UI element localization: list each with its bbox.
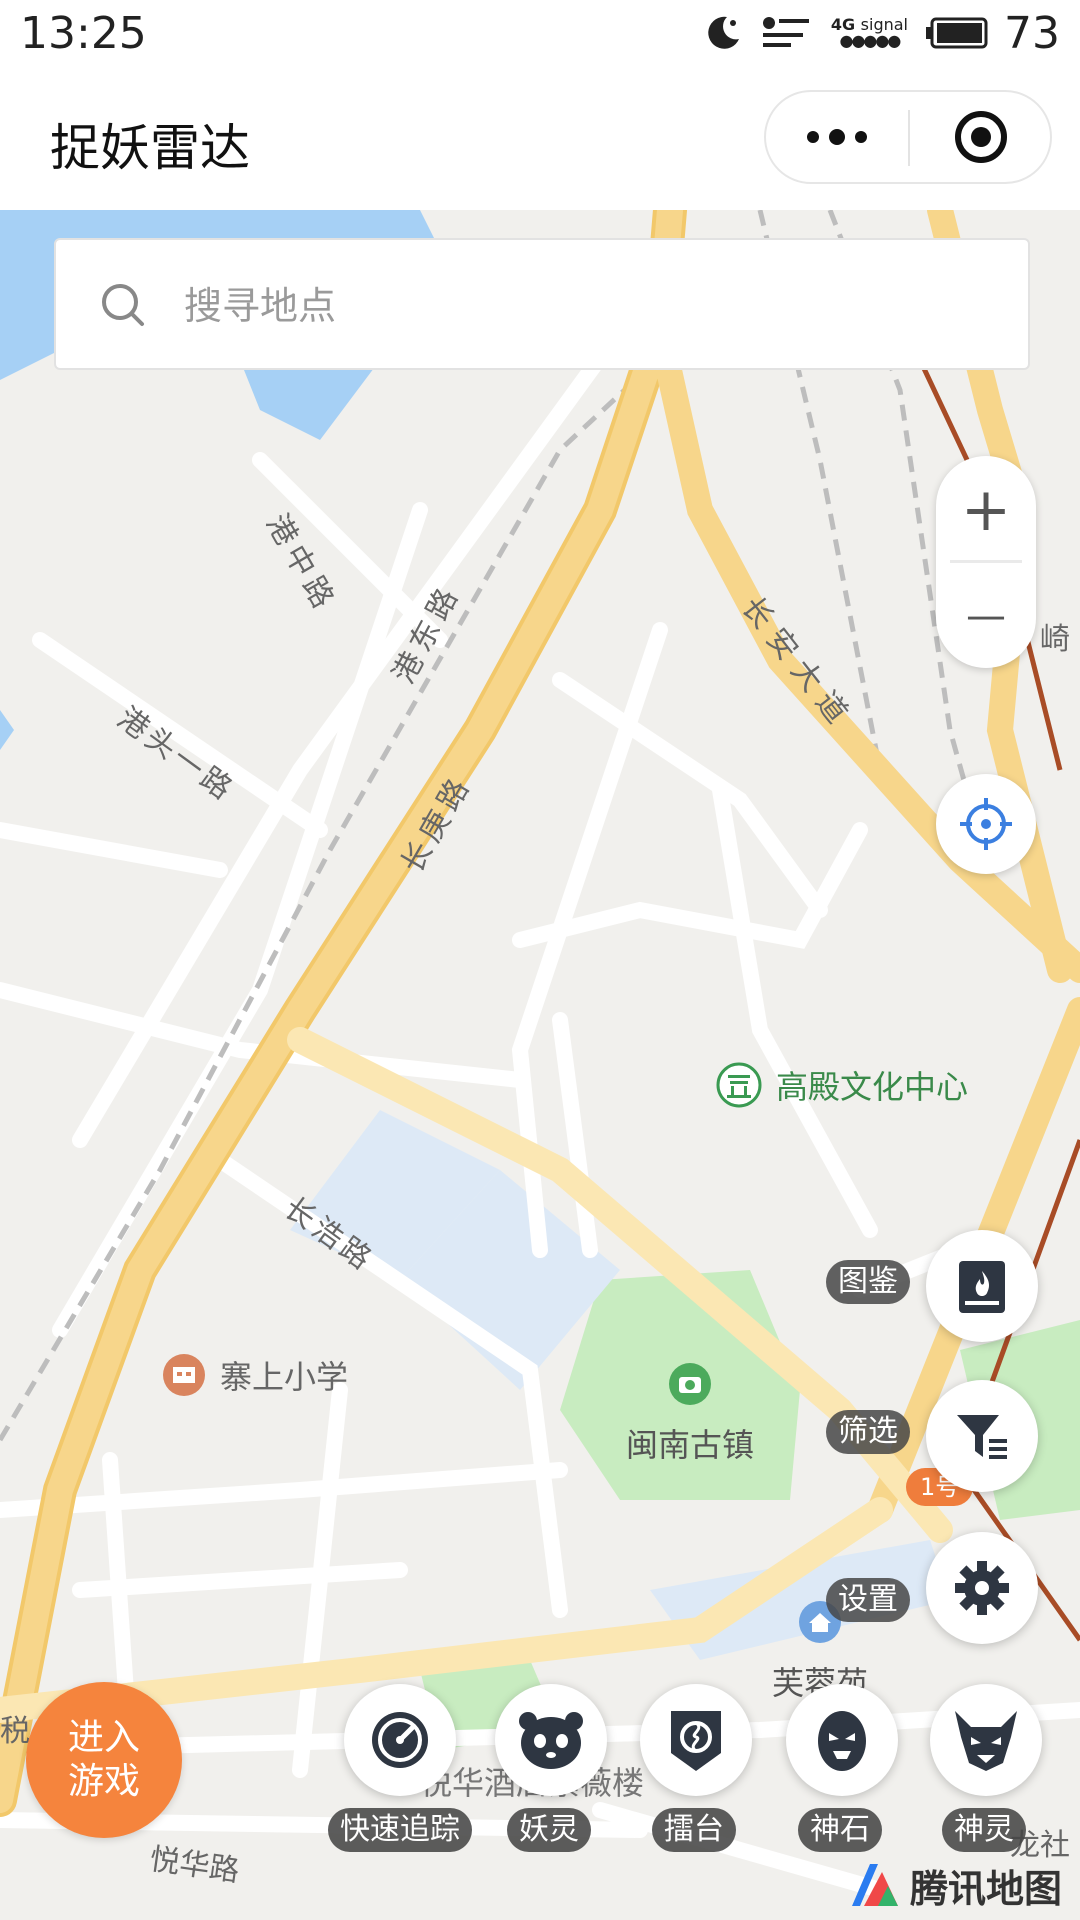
panda-icon <box>519 1712 583 1769</box>
notification-icon <box>762 17 809 47</box>
zoom-divider <box>950 560 1022 563</box>
search-bar[interactable] <box>54 238 1030 370</box>
enter-game-button[interactable]: 进入 游戏 <box>26 1682 182 1838</box>
target-close-icon <box>955 111 1007 163</box>
spirits-button[interactable] <box>495 1684 607 1796</box>
spirits-label: 妖灵 <box>507 1808 591 1852</box>
more-dots-icon <box>807 129 867 145</box>
poi-label: 闽南古镇 <box>625 1426 754 1464</box>
culture-icon <box>716 1062 762 1108</box>
filter-button[interactable] <box>926 1380 1038 1492</box>
camera-icon <box>669 1363 711 1405</box>
poi-label: 寨上小学 <box>220 1358 349 1396</box>
god-stone-label: 神石 <box>798 1808 882 1852</box>
side-label-settings: 设置 <box>826 1578 910 1622</box>
zoom-out-button[interactable]: — <box>936 566 1036 666</box>
quick-track-label: 快速追踪 <box>328 1808 472 1852</box>
filter-icon <box>957 1415 1007 1459</box>
speedometer-icon <box>372 1712 428 1768</box>
status-bar: 13:25 4G signal ●●●●● 73 <box>0 0 1080 68</box>
battery-icon <box>926 17 988 49</box>
arena-button[interactable] <box>640 1684 752 1796</box>
map-view[interactable]: 港中路 港东路 港头一路 长庚路 长安大道 长浩路 悦华路 崎 税 龙社 高殿文… <box>0 210 1080 1920</box>
enter-game-line1: 进入 <box>67 1717 140 1758</box>
close-button[interactable] <box>910 92 1052 182</box>
status-time: 13:25 <box>20 8 147 59</box>
school-icon <box>163 1354 205 1396</box>
quick-track-button[interactable] <box>344 1684 456 1796</box>
search-icon <box>102 284 144 326</box>
settings-button[interactable] <box>926 1532 1038 1644</box>
poi-culture-center[interactable]: 高殿文化中心 <box>716 1062 968 1108</box>
god-stone-button[interactable] <box>786 1684 898 1796</box>
brand-name: 腾讯地图 <box>910 1866 1063 1911</box>
locate-button[interactable] <box>936 774 1036 874</box>
search-input[interactable] <box>184 266 964 346</box>
atlas-button[interactable] <box>926 1230 1038 1342</box>
demon-icon <box>955 1711 1017 1771</box>
zoom-in-button[interactable]: + <box>936 460 1036 560</box>
enter-game-line2: 游戏 <box>67 1761 140 1802</box>
title-bar: 捉妖雷达 <box>0 68 1080 210</box>
deity-label: 神灵 <box>942 1808 1026 1852</box>
side-label-filter: 筛选 <box>826 1410 910 1454</box>
status-icons: 4G signal ●●●●● 73 <box>703 7 1060 59</box>
gear-icon <box>955 1561 1009 1615</box>
book-icon <box>959 1261 1005 1313</box>
arena-label: 擂台 <box>652 1808 736 1852</box>
locate-icon <box>960 798 1012 850</box>
battery-level: 73 <box>1004 7 1060 59</box>
tencent-map-icon <box>852 1864 898 1906</box>
network-indicator: 4G signal ●●●●● <box>830 15 908 50</box>
arena-icon <box>671 1711 721 1771</box>
map-edge-label: 崎 <box>1040 622 1070 657</box>
poi-ancient-town[interactable]: 闽南古镇 <box>610 1362 770 1466</box>
side-label-atlas: 图鉴 <box>826 1260 910 1304</box>
more-button[interactable] <box>766 92 908 182</box>
page-title: 捉妖雷达 <box>50 119 250 177</box>
moon-icon <box>708 16 739 49</box>
poi-label: 高殿文化中心 <box>776 1068 969 1106</box>
tencent-map-logo: 腾讯地图 <box>848 1854 1062 1916</box>
poi-school[interactable]: 寨上小学 <box>162 1352 348 1398</box>
zoom-control: + — <box>936 456 1036 668</box>
deity-button[interactable] <box>930 1684 1042 1796</box>
stone-icon <box>818 1711 866 1771</box>
mini-program-capsule <box>764 90 1052 184</box>
